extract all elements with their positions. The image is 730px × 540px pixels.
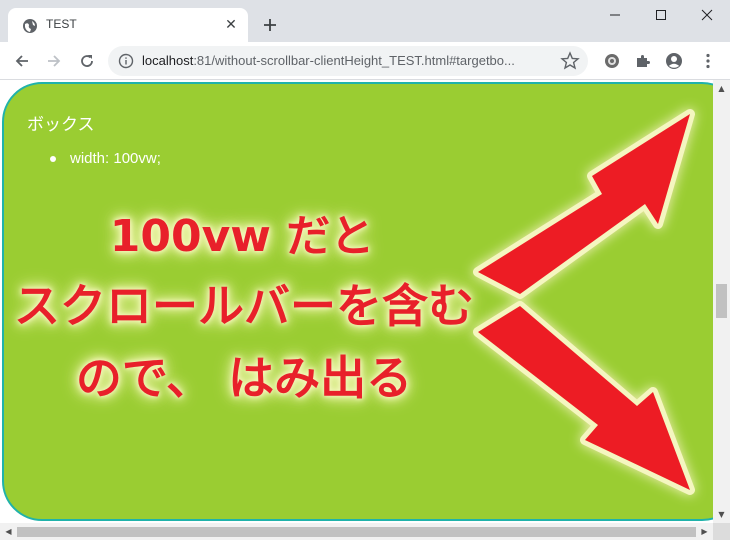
star-icon[interactable]: [560, 51, 580, 71]
info-icon[interactable]: [118, 53, 134, 69]
page-viewport: ボックス width: 100vw; 100vw だと スクロールバーを含む の…: [0, 80, 713, 523]
puzzle-icon[interactable]: [633, 51, 653, 71]
url-host: localhost: [142, 53, 194, 68]
tab-strip: TEST ✕: [0, 0, 730, 42]
maximize-icon[interactable]: [638, 0, 684, 30]
extension-gear-icon[interactable]: [602, 51, 622, 71]
address-bar[interactable]: localhost:81/without-scrollbar-clientHei…: [108, 46, 588, 76]
close-icon[interactable]: ✕: [222, 16, 240, 34]
tab-test[interactable]: TEST ✕: [8, 8, 248, 42]
globe-icon: [23, 19, 37, 33]
url-text: localhost:81/without-scrollbar-clientHei…: [142, 53, 515, 68]
minimize-icon[interactable]: [592, 0, 638, 30]
scroll-right-icon[interactable]: ▶: [696, 523, 713, 540]
browser-toolbar: localhost:81/without-scrollbar-clientHei…: [0, 42, 730, 80]
scroll-up-icon[interactable]: ▲: [713, 80, 730, 97]
url-path: :81/without-scrollbar-clientHeight_TEST.…: [193, 53, 515, 68]
scrollbar-corner: [713, 523, 730, 540]
horizontal-scroll-thumb[interactable]: [17, 527, 696, 537]
plus-icon[interactable]: [258, 13, 282, 37]
reload-icon[interactable]: [75, 49, 99, 73]
more-icon[interactable]: [698, 51, 718, 71]
annotation-line-3: ので、 はみ出る: [75, 351, 413, 405]
vertical-scrollbar[interactable]: ▲ ▼: [713, 80, 730, 523]
back-arrow-icon[interactable]: [10, 49, 34, 73]
tab-title: TEST: [46, 17, 77, 31]
forward-arrow-icon[interactable]: [42, 49, 66, 73]
vertical-scroll-thumb[interactable]: [716, 284, 727, 318]
annotation-line-1: 100vw だと: [109, 211, 375, 262]
horizontal-scrollbar[interactable]: ◀ ▶: [0, 523, 713, 540]
scroll-left-icon[interactable]: ◀: [0, 523, 17, 540]
scroll-down-icon[interactable]: ▼: [713, 506, 730, 523]
annotation-line-2: スクロールバーを含む: [14, 279, 474, 333]
window-close-icon[interactable]: [684, 0, 730, 30]
profile-icon[interactable]: [664, 51, 684, 71]
